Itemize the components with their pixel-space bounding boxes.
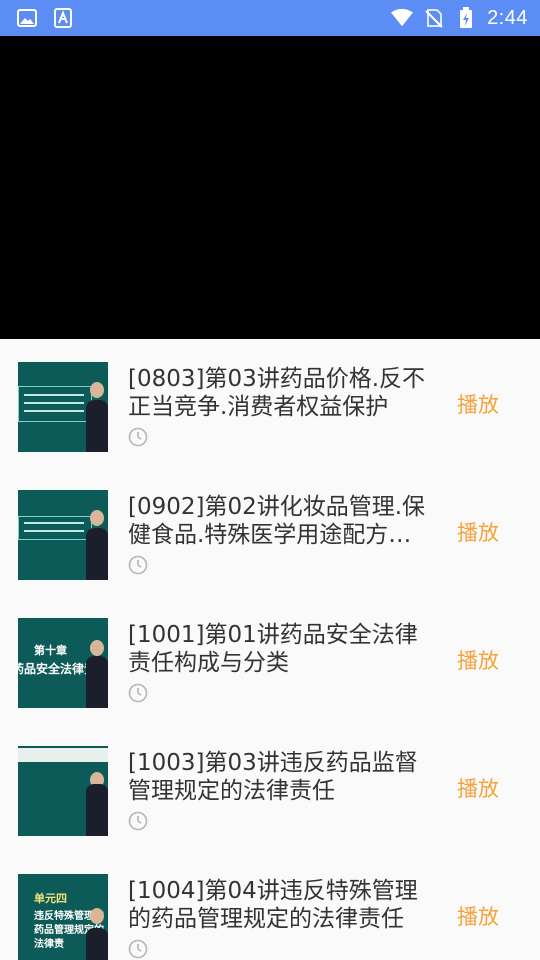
video-thumbnail[interactable] [18, 746, 108, 836]
list-item[interactable]: [1003]第03讲违反药品监督管理规定的法律责任 播放 [0, 723, 540, 851]
video-thumbnail[interactable]: 第十章 药品安全法律责 [18, 618, 108, 708]
play-button[interactable]: 播放 [457, 517, 499, 547]
play-button[interactable]: 播放 [457, 645, 499, 675]
course-title[interactable]: [0902]第02讲化妆品管理.保健食品.特殊医学用途配方… [128, 493, 440, 549]
text-a-icon [52, 7, 74, 29]
course-title[interactable]: [1001]第01讲药品安全法律责任构成与分类 [128, 621, 440, 677]
battery-charging-icon [455, 7, 477, 29]
video-player[interactable] [0, 36, 540, 339]
thumbnail-chapter-text: 第十章 [34, 644, 67, 657]
clock-time: 2:44 [487, 6, 528, 29]
thumbnail-subject-text: 药品安全法律责 [18, 662, 97, 676]
wifi-icon [391, 7, 414, 29]
video-thumbnail[interactable] [18, 490, 108, 580]
clock-icon [128, 683, 148, 703]
no-sim-icon [423, 7, 445, 29]
video-thumbnail[interactable]: 单元四 违反特殊管理的药品管理规定的法律责 [18, 874, 108, 960]
list-item[interactable]: 单元四 违反特殊管理的药品管理规定的法律责 [1004]第04讲违反特殊管理的药… [0, 851, 540, 960]
course-title[interactable]: [0803]第03讲药品价格.反不正当竞争.消费者权益保护 [128, 365, 440, 421]
list-item[interactable]: [0803]第03讲药品价格.反不正当竞争.消费者权益保护 播放 [0, 339, 540, 467]
play-button[interactable]: 播放 [457, 901, 499, 931]
list-item[interactable]: 第十章 药品安全法律责 [1001]第01讲药品安全法律责任构成与分类 播放 [0, 595, 540, 723]
image-icon [16, 7, 38, 29]
clock-icon [128, 555, 148, 575]
course-title[interactable]: [1004]第04讲违反特殊管理的药品管理规定的法律责任 [128, 877, 440, 933]
clock-icon [128, 939, 148, 959]
clock-icon [128, 811, 148, 831]
play-button[interactable]: 播放 [457, 773, 499, 803]
play-button[interactable]: 播放 [457, 389, 499, 419]
clock-icon [128, 427, 148, 447]
course-title[interactable]: [1003]第03讲违反药品监督管理规定的法律责任 [128, 749, 440, 805]
status-bar: 2:44 [0, 0, 540, 36]
video-thumbnail[interactable] [18, 362, 108, 452]
course-list[interactable]: [0803]第03讲药品价格.反不正当竞争.消费者权益保护 播放 [0902]第… [0, 339, 540, 960]
thumbnail-unit-text: 单元四 [34, 892, 67, 905]
list-item[interactable]: [0902]第02讲化妆品管理.保健食品.特殊医学用途配方… 播放 [0, 467, 540, 595]
